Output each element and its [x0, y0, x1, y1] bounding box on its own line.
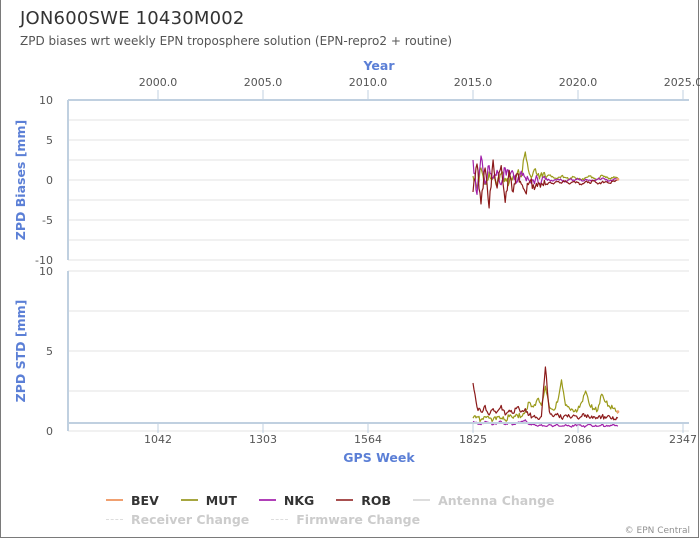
chart-canvas: 1050-5-102000.0 2005.0 2010.0 2015.0 2020.0 2…: [13, 58, 700, 465]
lower-y-tick-label: 10: [39, 265, 53, 278]
legend-swatch-rob: [336, 499, 354, 501]
series-point-bev: [616, 410, 620, 414]
legend-item-mut[interactable]: MUT: [180, 492, 237, 508]
legend-swatch-bev: [106, 499, 123, 501]
legend-swatch-firmware: [271, 518, 289, 520]
legend-item-bev[interactable]: BEV: [106, 493, 159, 508]
lower-series: [472, 366, 620, 428]
legend-item-receiver[interactable]: Receiver Change: [106, 512, 249, 527]
bottom-x-tick-label: 2086: [564, 433, 592, 446]
series-point-bev: [616, 177, 620, 181]
bottom-axis-title: GPS Week: [343, 450, 415, 465]
legend-label: ROB: [361, 492, 392, 508]
series-line-mut: [472, 379, 619, 423]
top-x-tick-label: 2010.0: [349, 76, 388, 89]
series-line-rob: [472, 366, 619, 421]
upper-y-tick-label: 0: [46, 174, 53, 187]
upper-y-tick-label: -5: [42, 214, 53, 227]
legend-swatch-antenna: [413, 499, 431, 501]
top-axis-title: Year: [363, 58, 396, 73]
top-x-tick-label: 2025.0: [664, 76, 700, 89]
legend-item-rob[interactable]: ROB: [336, 493, 391, 508]
bottom-x-tick-label: 1303: [249, 433, 277, 446]
legend-label: BEV: [131, 492, 159, 508]
bottom-x-tick-label: 2347: [669, 433, 697, 446]
lower-axes: 10 5 0 1042 1303 1564 1825 2086 2347: [39, 265, 697, 446]
credits: © EPN Central: [624, 526, 690, 536]
lower-plot-std: 10 5 0 1042 1303 1564 1825 2086 2347: [39, 265, 697, 446]
upper-y-axis-title: ZPD Biases [mm]: [13, 120, 28, 240]
legend-swatch-mut: [180, 499, 198, 501]
legend-label: NKG: [283, 492, 315, 508]
lower-y-tick-label: 5: [46, 345, 53, 358]
legend-label: Receiver Change: [131, 511, 250, 527]
legend-item-antenna[interactable]: Antenna Change: [413, 492, 555, 508]
lower-y-axis-title: ZPD STD [mm]: [13, 300, 28, 403]
upper-axes: 1050-5-102000.0 2005.0 2010.0 2015.0 2020.0 2…: [35, 76, 700, 267]
top-x-tick-label: 2020.0: [559, 76, 598, 89]
bottom-x-tick-label: 1825: [459, 433, 487, 446]
legend: BEV MUT NKG ROB Antenna Change Receiver Chang…: [106, 489, 696, 527]
legend-label: Firmware Change: [296, 511, 421, 527]
top-x-tick-label: 2015.0: [454, 76, 493, 89]
bottom-x-tick-label: 1042: [144, 433, 172, 446]
upper-y-tick-label: 5: [46, 134, 53, 147]
legend-label: Antenna Change: [438, 492, 555, 508]
top-x-tick-label: 2000.0: [139, 76, 178, 89]
legend-swatch-receiver: [106, 518, 123, 520]
legend-label: MUT: [205, 492, 237, 508]
bottom-x-tick-label: 1564: [354, 433, 382, 446]
upper-plot-biases: 1050-5-102000.0 2005.0 2010.0 2015.0 2020.0 2…: [35, 76, 700, 267]
lower-y-tick-label: 0: [46, 425, 53, 438]
series-line-rob: [472, 159, 618, 209]
upper-y-tick-label: 10: [39, 94, 53, 107]
top-x-tick-label: 2005.0: [244, 76, 283, 89]
legend-item-firmware[interactable]: Firmware Change: [271, 512, 420, 527]
legend-swatch-nkg: [258, 499, 276, 501]
legend-item-nkg[interactable]: NKG: [258, 492, 315, 508]
